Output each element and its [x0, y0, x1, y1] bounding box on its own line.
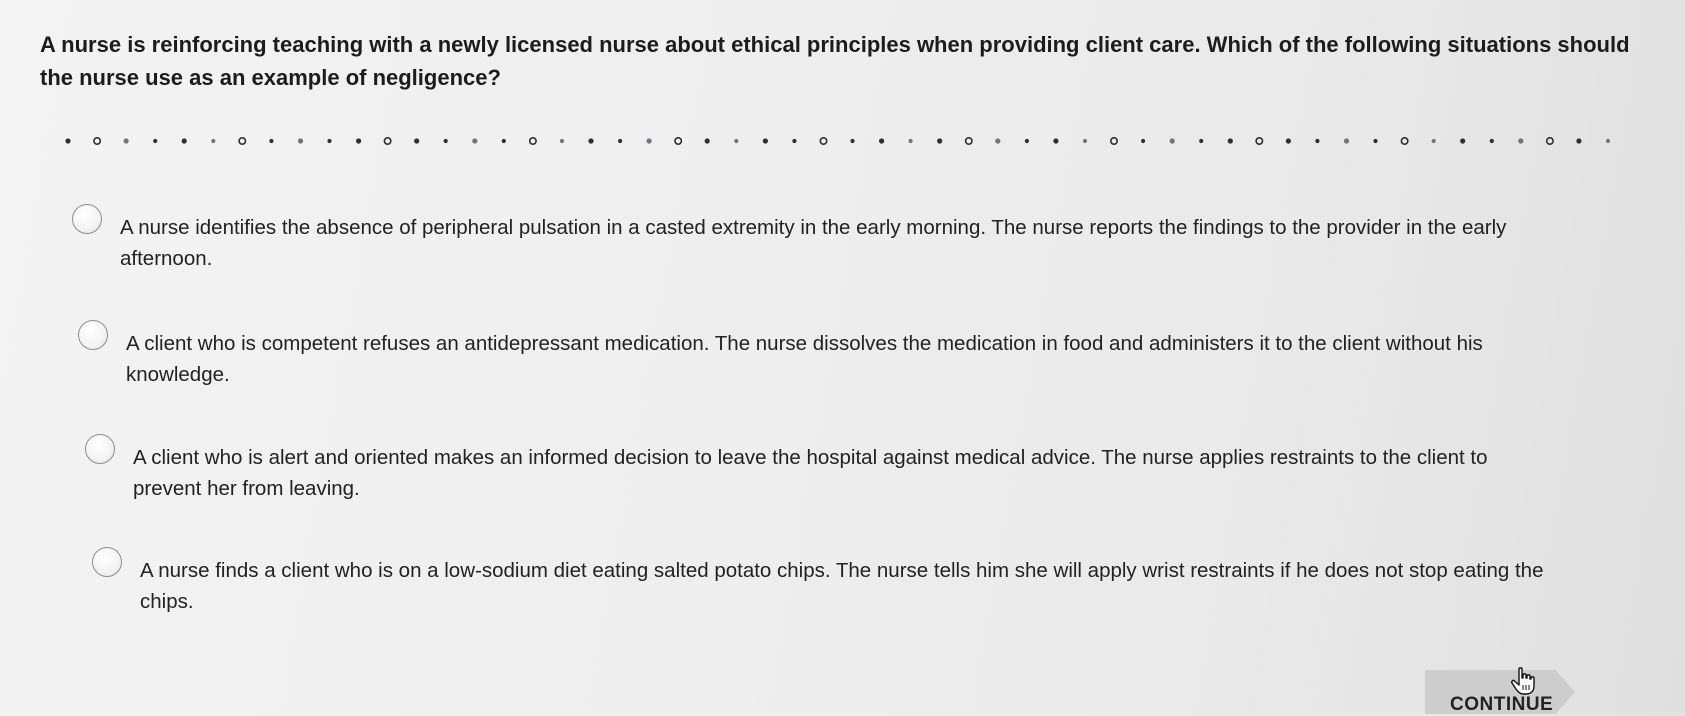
answer-option-3-text: A client who is alert and oriented makes… [133, 446, 1488, 500]
divider-dot [93, 136, 102, 146]
divider-dot [472, 138, 478, 144]
hand-pointer-icon [1511, 667, 1535, 695]
divider-dot [181, 138, 187, 144]
divider-dot [559, 138, 565, 144]
answer-option-1[interactable]: A nurse identifies the absence of periph… [72, 204, 1592, 274]
divider-dot [528, 136, 537, 146]
divider-dot [1343, 138, 1350, 144]
answer-option-2[interactable]: A client who is competent refuses an ant… [78, 320, 1528, 390]
divider-dot [1315, 138, 1320, 144]
divider-dot [704, 138, 710, 144]
answer-option-4-text: A nurse finds a client who is on a low-s… [140, 559, 1544, 613]
dotted-divider [65, 136, 1611, 146]
divider-dot [1227, 138, 1233, 144]
divider-dot [1169, 138, 1175, 144]
divider-dot [211, 138, 216, 144]
divider-dot [995, 138, 1001, 144]
divider-dot [1285, 138, 1291, 144]
divider-dot [65, 138, 71, 144]
divider-dot [879, 138, 885, 144]
divider-dot [937, 138, 943, 144]
question-text: A nurse is reinforcing teaching with a n… [40, 32, 1630, 90]
divider-dot [819, 136, 828, 146]
divider-dot [269, 138, 274, 144]
divider-dot [762, 138, 769, 144]
divider-dot [734, 138, 739, 144]
divider-dot [646, 138, 652, 144]
divider-dot [356, 138, 362, 144]
divider-dot [1110, 136, 1119, 146]
divider-dot [964, 136, 973, 146]
divider-dot [123, 138, 129, 144]
divider-dot [618, 138, 623, 144]
radio-button-option-2[interactable] [78, 320, 108, 350]
divider-dot [238, 136, 247, 146]
radio-button-option-3[interactable] [85, 434, 115, 464]
divider-dot [1024, 138, 1029, 144]
divider-dot [443, 138, 448, 144]
answer-option-1-text: A nurse identifies the absence of periph… [120, 216, 1507, 270]
divider-dot [908, 138, 913, 144]
divider-dot [414, 138, 420, 144]
radio-button-option-4[interactable] [92, 547, 122, 577]
divider-dot [501, 138, 506, 144]
divider-dot [1460, 138, 1466, 144]
continue-button-label: CONTINUE [1450, 694, 1554, 715]
answer-option-4[interactable]: A nurse finds a client who is on a low-s… [92, 547, 1572, 617]
divider-dot [1545, 136, 1554, 146]
divider-dot [674, 136, 683, 146]
divider-dot [1082, 138, 1088, 144]
divider-dot [1141, 138, 1146, 144]
divider-dot [1518, 138, 1524, 144]
divider-dot [850, 138, 855, 144]
divider-dot [1199, 138, 1204, 144]
divider-dot [1605, 138, 1611, 144]
divider-dot [297, 138, 304, 144]
divider-dot [327, 138, 332, 144]
divider-dot [1400, 136, 1409, 146]
divider-dot [1431, 138, 1436, 144]
divider-dot [383, 136, 392, 146]
divider-dot [588, 138, 594, 144]
divider-dot [153, 138, 158, 144]
divider-dot [1576, 138, 1582, 144]
divider-dot [1053, 138, 1059, 144]
divider-dot [1255, 136, 1264, 146]
divider-dot [792, 138, 797, 144]
divider-dot [1373, 138, 1378, 144]
radio-button-option-1[interactable] [72, 204, 102, 234]
divider-dot [1489, 138, 1494, 144]
answer-option-2-text: A client who is competent refuses an ant… [126, 332, 1483, 386]
answer-option-3[interactable]: A client who is alert and oriented makes… [85, 434, 1540, 504]
